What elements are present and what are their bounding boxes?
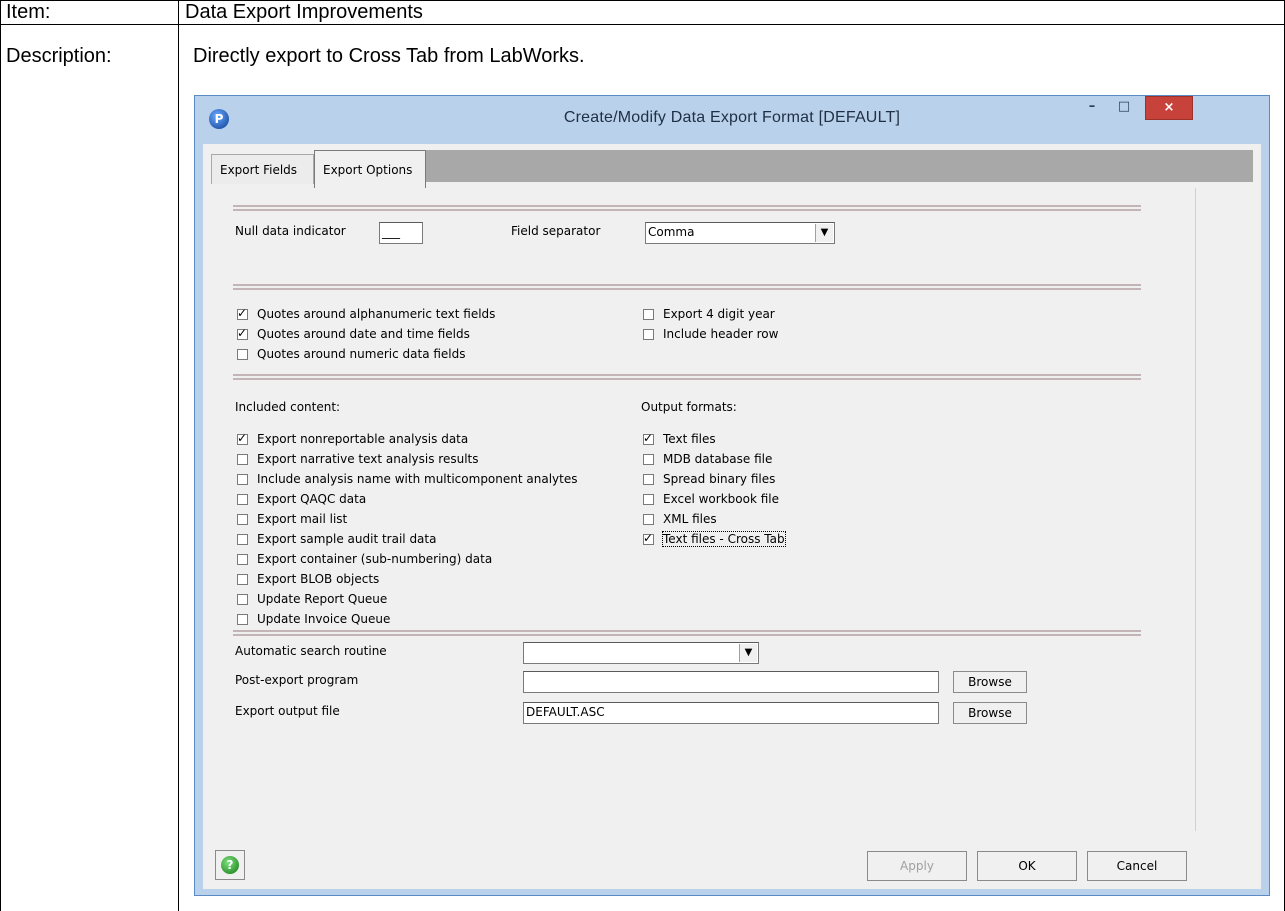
tab-strip: Export Fields Export Options <box>203 144 1261 188</box>
checkmark-icon: ✓ <box>237 306 248 320</box>
item-label: Item: <box>6 1 51 23</box>
post-export-label: Post-export program <box>235 673 359 687</box>
content-audit-trail-checkbox[interactable] <box>237 534 248 545</box>
close-button[interactable]: × <box>1145 96 1193 120</box>
dialog-client-area: Export Fields Export Options Null data i… <box>203 144 1261 889</box>
content-report-queue-label: Update Report Queue <box>257 592 388 606</box>
content-nonreportable-label: Export nonreportable analysis data <box>257 432 469 446</box>
format-spread-checkbox[interactable] <box>643 474 654 485</box>
content-mail-list-checkbox[interactable] <box>237 514 248 525</box>
included-content-heading: Included content: <box>235 400 341 414</box>
content-blob-checkbox[interactable] <box>237 574 248 585</box>
format-crosstab-label: Text files - Cross Tab <box>662 531 786 547</box>
quotes-datetime-checkbox[interactable]: ✓ <box>237 326 248 340</box>
format-excel-label: Excel workbook file <box>663 492 779 506</box>
null-indicator-input[interactable]: ___ <box>379 222 423 244</box>
format-spread-label: Spread binary files <box>663 472 776 486</box>
content-qaqc-label: Export QAQC data <box>257 492 367 506</box>
maximize-button[interactable]: □ <box>1109 96 1139 118</box>
apply-button[interactable]: Apply <box>867 851 967 881</box>
checkmark-icon: ✓ <box>237 326 248 340</box>
output-file-label: Export output file <box>235 704 340 718</box>
description-label: Description: <box>6 45 112 67</box>
null-indicator-label: Null data indicator <box>235 224 346 238</box>
ok-button[interactable]: OK <box>977 851 1077 881</box>
header-row-checkbox[interactable] <box>643 329 654 340</box>
four-digit-year-checkbox[interactable] <box>643 309 654 320</box>
export-format-dialog: P Create/Modify Data Export Format [DEFA… <box>194 95 1270 896</box>
quotes-numeric-label: Quotes around numeric data fields <box>257 347 466 361</box>
dialog-title: Create/Modify Data Export Format [DEFAUL… <box>563 109 901 126</box>
format-excel-checkbox[interactable] <box>643 494 654 505</box>
content-narrative-checkbox[interactable] <box>237 454 248 465</box>
help-button[interactable]: ? <box>215 850 245 880</box>
auto-search-label: Automatic search routine <box>235 644 387 658</box>
table-row-divider <box>0 24 1285 25</box>
content-container-checkbox[interactable] <box>237 554 248 565</box>
table-column-divider <box>178 0 179 911</box>
export-options-panel: Null data indicator ___ Field separator … <box>211 188 1196 831</box>
item-value: Data Export Improvements <box>185 1 423 23</box>
checkmark-icon: ✓ <box>643 531 654 545</box>
field-separator-value: Comma <box>648 225 695 239</box>
content-qaqc-checkbox[interactable] <box>237 494 248 505</box>
post-export-browse-button[interactable]: Browse <box>953 671 1027 693</box>
format-mdb-label: MDB database file <box>663 452 773 466</box>
checkmark-icon: ✓ <box>237 431 248 445</box>
quotes-numeric-checkbox[interactable] <box>237 349 248 360</box>
quotes-alphanumeric-label: Quotes around alphanumeric text fields <box>257 307 496 321</box>
four-digit-year-label: Export 4 digit year <box>663 307 775 321</box>
description-value: Directly export to Cross Tab from LabWor… <box>193 45 585 67</box>
quotes-datetime-label: Quotes around date and time fields <box>257 327 470 341</box>
section-divider <box>233 374 1141 380</box>
auto-search-select[interactable]: ▼ <box>523 642 759 664</box>
quotes-alphanumeric-checkbox[interactable]: ✓ <box>237 306 248 320</box>
format-mdb-checkbox[interactable] <box>643 454 654 465</box>
output-file-browse-button[interactable]: Browse <box>953 702 1027 724</box>
tab-export-fields[interactable]: Export Fields <box>211 154 314 184</box>
content-container-label: Export container (sub-numbering) data <box>257 552 493 566</box>
format-crosstab-checkbox[interactable]: ✓ <box>643 531 654 545</box>
section-divider <box>233 284 1141 290</box>
tab-strip-background <box>426 150 1253 182</box>
table-border-left <box>0 0 1 911</box>
checkmark-icon: ✓ <box>643 431 654 445</box>
chevron-down-icon[interactable]: ▼ <box>739 644 757 662</box>
content-analysis-name-label: Include analysis name with multicomponen… <box>257 472 578 486</box>
tab-export-options[interactable]: Export Options <box>314 150 426 188</box>
field-separator-label: Field separator <box>511 224 601 238</box>
content-report-queue-checkbox[interactable] <box>237 594 248 605</box>
header-row-label: Include header row <box>663 327 779 341</box>
content-narrative-label: Export narrative text analysis results <box>257 452 479 466</box>
content-invoice-queue-checkbox[interactable] <box>237 614 248 625</box>
content-mail-list-label: Export mail list <box>257 512 348 526</box>
section-divider <box>233 630 1141 636</box>
minimize-button[interactable]: – <box>1077 96 1107 118</box>
chevron-down-icon[interactable]: ▼ <box>815 224 833 242</box>
output-file-input[interactable]: DEFAULT.ASC <box>523 702 939 724</box>
content-analysis-name-checkbox[interactable] <box>237 474 248 485</box>
field-separator-select[interactable]: Comma ▼ <box>645 222 835 244</box>
format-text-label: Text files <box>663 432 716 446</box>
content-blob-label: Export BLOB objects <box>257 572 380 586</box>
section-divider <box>233 205 1141 211</box>
content-nonreportable-checkbox[interactable]: ✓ <box>237 431 248 445</box>
content-invoice-queue-label: Update Invoice Queue <box>257 612 391 626</box>
help-icon: ? <box>221 856 239 874</box>
cancel-button[interactable]: Cancel <box>1087 851 1187 881</box>
output-formats-heading: Output formats: <box>641 400 737 414</box>
post-export-input[interactable] <box>523 671 939 693</box>
content-audit-trail-label: Export sample audit trail data <box>257 532 437 546</box>
format-text-checkbox[interactable]: ✓ <box>643 431 654 445</box>
dialog-titlebar[interactable]: P Create/Modify Data Export Format [DEFA… <box>195 96 1269 144</box>
format-xml-label: XML files <box>663 512 717 526</box>
format-xml-checkbox[interactable] <box>643 514 654 525</box>
